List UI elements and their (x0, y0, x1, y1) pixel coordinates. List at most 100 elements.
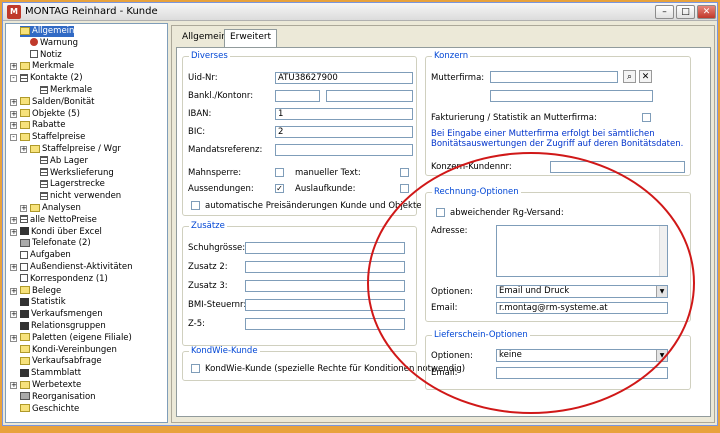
z5-input[interactable] (245, 318, 405, 330)
aussendungen-checkbox[interactable]: ✓ (275, 184, 284, 193)
expand-icon[interactable]: + (10, 63, 17, 71)
tree-item[interactable]: Warnung (8, 38, 166, 49)
rg-optionen-select[interactable]: Email und Druck ▼ (496, 285, 668, 298)
bank-input[interactable] (275, 90, 320, 102)
tree-item[interactable]: - Staffelpreise (8, 132, 166, 143)
ls-email-input[interactable] (496, 367, 668, 379)
konto-input[interactable] (326, 90, 413, 102)
minimize-button[interactable]: – (655, 5, 674, 19)
tree-item[interactable]: Notiz (8, 50, 166, 61)
tree-item[interactable]: Relationsgruppen (8, 321, 166, 332)
mutter-label: Mutterfirma: (431, 73, 485, 83)
tree-item-label: Reorganisation (32, 391, 96, 402)
search-icon[interactable]: ⌕ (623, 70, 636, 83)
expand-icon[interactable]: + (10, 264, 17, 271)
manuell-checkbox[interactable] (400, 168, 409, 177)
group-lieferschein: Lieferschein-Optionen Optionen: keine ▼ … (425, 330, 691, 390)
tree-item-label: Merkmale (50, 85, 93, 95)
adresse-textarea[interactable] (496, 225, 668, 277)
bic-input[interactable]: 2 (275, 126, 413, 138)
konzern-kundennr-input[interactable] (550, 161, 685, 173)
mandat-input[interactable] (275, 144, 413, 156)
adresse-scrollbar[interactable] (659, 226, 667, 276)
tree-item[interactable]: Allgemein (8, 26, 166, 37)
tab-erweitert[interactable]: Erweitert (224, 29, 278, 47)
auslauf-checkbox[interactable] (400, 184, 409, 193)
fakt-checkbox[interactable] (642, 113, 651, 122)
tree-item[interactable]: Ab Lager (8, 156, 166, 167)
tree-item[interactable]: + Belege (8, 286, 166, 297)
zusatz2-label: Zusatz 2: (188, 262, 228, 272)
expand-icon[interactable]: + (10, 110, 17, 118)
expand-icon[interactable]: + (10, 311, 17, 319)
tree-item[interactable]: + alle NettoPreise (8, 215, 166, 226)
tree-item[interactable]: nicht verwenden (8, 191, 166, 202)
zusatz2-input[interactable] (245, 261, 405, 273)
bmi-input[interactable] (245, 299, 405, 311)
expand-icon[interactable]: + (10, 287, 17, 295)
tree-item[interactable]: Werkslieferung (8, 168, 166, 179)
expand-icon[interactable]: + (10, 334, 17, 342)
maximize-button[interactable]: □ (676, 5, 695, 19)
tree-item-label: Relationsgruppen (31, 321, 106, 331)
adresse-label: Adresse: (431, 226, 468, 236)
document-icon (30, 50, 38, 59)
chevron-down-icon: ▼ (656, 286, 667, 297)
bic-label: BIC: (188, 127, 206, 137)
expand-icon[interactable]: + (10, 382, 17, 389)
group-diverses: Diverses Uid-Nr: ATU38627900 Bankl./Kont… (182, 51, 422, 216)
kondwie-checkbox[interactable] (191, 364, 200, 373)
ls-optionen-value: keine (499, 350, 522, 360)
tree-item-label: Merkmale (32, 61, 75, 72)
tree-item[interactable]: Verkaufsabfrage (8, 356, 166, 367)
mahnsperre-checkbox[interactable] (275, 168, 284, 177)
tree-item[interactable]: + Kondi über Excel (8, 227, 166, 238)
tree-item[interactable]: + Werbetexte (8, 380, 166, 391)
tree-item[interactable]: - Kontakte (2) (8, 73, 166, 84)
ls-optionen-select[interactable]: keine ▼ (496, 349, 668, 362)
tree-item[interactable]: Telefonate (2) (8, 238, 166, 249)
tree-item[interactable]: Geschichte (8, 404, 166, 415)
tree-item[interactable]: + Außendienst-Aktivitäten (8, 262, 166, 273)
tree-item[interactable]: Korrespondenz (1) (8, 274, 166, 285)
tree-item[interactable]: + Analysen (8, 203, 166, 214)
abw-checkbox[interactable] (436, 208, 445, 217)
folder-icon (20, 61, 30, 70)
tree-item[interactable]: Kondi-Vereinbungen (8, 345, 166, 356)
uid-input[interactable]: ATU38627900 (275, 72, 413, 84)
close-button[interactable]: ✕ (697, 5, 716, 19)
tree-item[interactable]: Aufgaben (8, 250, 166, 261)
rg-email-input[interactable]: r.montag@rm-systeme.at (496, 302, 668, 314)
tree-item[interactable]: Merkmale (8, 85, 166, 96)
collapse-icon[interactable]: - (10, 134, 17, 142)
tree-item[interactable]: + Salden/Bonität (8, 97, 166, 108)
expand-icon[interactable]: + (10, 122, 17, 130)
expand-icon[interactable]: + (20, 205, 27, 212)
tree-item[interactable]: + Rabatte (8, 120, 166, 131)
tree-item[interactable]: + Paletten (eigene Filiale) (8, 333, 166, 344)
tree-item[interactable]: Statistik (8, 297, 166, 308)
rg-optionen-value: Email und Druck (499, 286, 570, 296)
expand-icon[interactable]: + (10, 228, 17, 236)
clear-icon[interactable]: ✕ (639, 70, 652, 83)
expand-icon[interactable]: + (10, 216, 17, 224)
iban-input[interactable]: 1 (275, 108, 413, 120)
tree-item[interactable]: Reorganisation (8, 392, 166, 403)
expand-icon[interactable]: + (10, 98, 17, 106)
tree-item[interactable]: Lagerstrecke (8, 179, 166, 190)
item-icon (20, 321, 29, 330)
auto-checkbox[interactable] (191, 201, 200, 210)
collapse-icon[interactable]: - (10, 75, 17, 83)
mutter-input[interactable] (490, 71, 618, 83)
expand-icon[interactable]: + (20, 146, 27, 153)
tree-item-label: Allgemein (32, 26, 75, 36)
tree-item-label: Staffelpreise (32, 132, 86, 143)
tree-item[interactable]: + Objekte (5) (8, 109, 166, 120)
tree-item[interactable]: Stammblatt (8, 368, 166, 379)
tree-item[interactable]: + Staffelpreise / Wgr (8, 144, 166, 155)
zusatz3-input[interactable] (245, 280, 405, 292)
navigation-tree[interactable]: Allgemein Warnung Notiz + Merkmale - Kontakte … (5, 23, 168, 423)
tree-item[interactable]: + Verkaufsmengen (8, 309, 166, 320)
tree-item[interactable]: + Merkmale (8, 61, 166, 72)
schuh-input[interactable] (245, 242, 405, 254)
